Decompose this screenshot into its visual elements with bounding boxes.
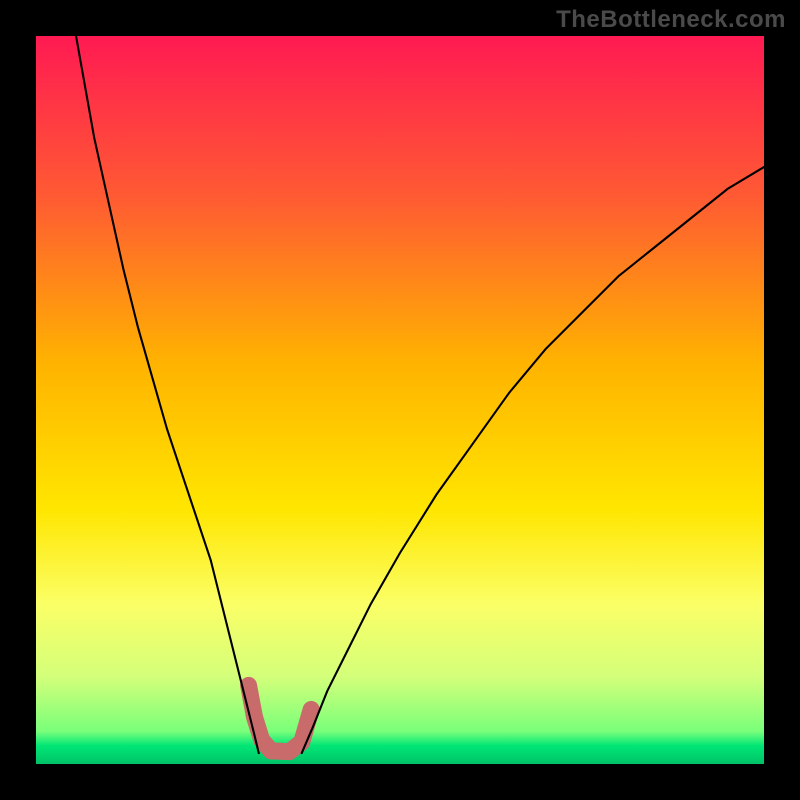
watermark-text: TheBottleneck.com xyxy=(556,6,786,34)
highlight-segment xyxy=(302,709,311,742)
plot-background xyxy=(36,36,764,764)
chart-stage: TheBottleneck.com xyxy=(0,0,800,800)
bottleneck-chart xyxy=(0,0,800,800)
